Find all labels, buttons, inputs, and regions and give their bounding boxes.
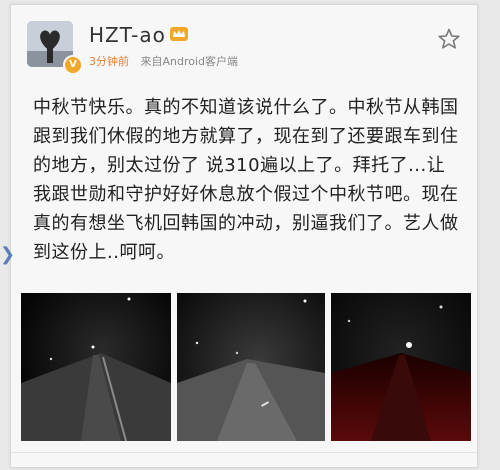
weibo-post-card: V HZT-ao 3分钟前 来自Android客户端 中秋节快乐。真的不知道该说… <box>10 4 478 468</box>
divider <box>11 452 477 453</box>
username[interactable]: HZT-ao <box>89 23 166 47</box>
chevron-left-icon[interactable]: ❯ <box>0 244 15 265</box>
crown-icon <box>170 27 188 41</box>
post-source[interactable]: 来自Android客户端 <box>141 55 239 68</box>
post-meta: 3分钟前 来自Android客户端 <box>89 53 238 69</box>
night-road-photo-1[interactable] <box>21 293 171 441</box>
star-icon[interactable] <box>437 27 461 51</box>
photo-grid <box>21 293 471 441</box>
post-text: 中秋节快乐。真的不知道该说什么了。中秋节从韩国跟到我们休假的地方就算了，现在到了… <box>33 97 459 263</box>
night-road-photo-3[interactable] <box>331 293 471 441</box>
post-header: V HZT-ao 3分钟前 来自Android客户端 <box>11 5 477 75</box>
post-time: 3分钟前 <box>89 55 129 68</box>
verified-badge-icon: V <box>63 55 83 75</box>
night-road-photo-2[interactable] <box>177 293 325 441</box>
